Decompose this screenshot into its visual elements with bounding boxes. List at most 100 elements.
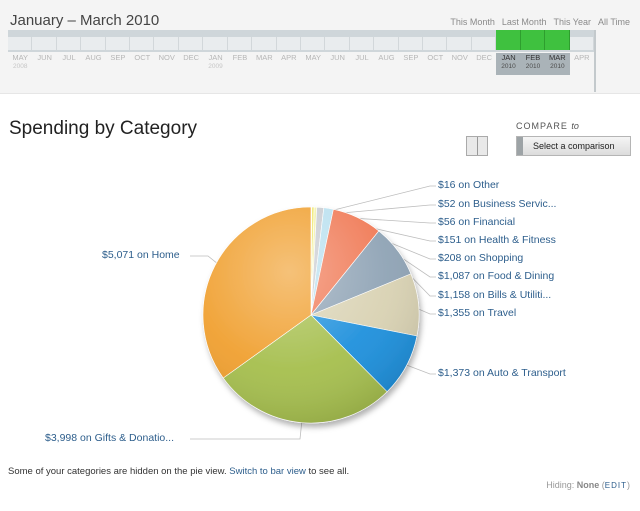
compare-to-text: to [571,121,579,131]
timeline-cell[interactable] [545,30,570,50]
timeline-track[interactable] [8,30,594,52]
date-range-title: January – March 2010 [10,12,160,29]
timeline-cell[interactable] [106,37,131,50]
timeline-cell[interactable] [179,37,204,50]
hiding-value: None [576,480,600,490]
timeline-cell[interactable] [8,37,33,50]
timeline-month-label[interactable]: DEC [179,53,203,62]
timeline-month-label[interactable]: APR [570,53,594,62]
timeline-cell[interactable] [520,30,546,50]
timeline-month-label[interactable]: FEB 2010 [520,53,546,75]
timeline-month-label[interactable]: DEC [472,53,496,62]
timeline-cell[interactable] [472,37,497,50]
timeline-cell[interactable] [496,30,521,50]
month-year: 2010 [525,63,541,70]
timeline-cell[interactable] [155,37,179,50]
timeline-month-label[interactable]: SEP [399,53,423,62]
month-name: MAR [549,53,566,62]
timeline-cell[interactable] [423,37,448,50]
timeline-month-label[interactable]: JAN 2010 [496,53,521,75]
month-year: 2010 [550,63,565,70]
pie-label[interactable]: $1,355 on Travel [438,307,516,319]
hiding-label: Hiding: [546,480,575,490]
month-name: AUG [85,53,102,62]
timeline-month-label[interactable]: SEP [106,53,130,62]
timeline-cell[interactable] [228,37,253,50]
compare-label: COMPARE to [516,121,579,131]
pie-label[interactable]: $1,158 on Bills & Utiliti... [438,289,551,301]
timeline-cell[interactable] [81,37,106,50]
timeline-month-label[interactable]: OCT [423,53,447,62]
hidden-categories-note: Some of your categories are hidden on th… [8,466,349,477]
month-name: OCT [427,53,444,62]
timeline-month-label[interactable]: MAR 2010 [545,53,570,75]
select-comparison-label: Select a comparison [533,141,615,151]
timeline-cell[interactable] [32,37,57,50]
timeline-cell[interactable] [301,37,326,50]
month-name: AUG [378,53,395,62]
month-name: JUL [355,53,369,62]
pie-label[interactable]: $151 on Health & Fitness [438,234,556,246]
timeline-cell[interactable] [374,37,399,50]
pie-label[interactable]: $16 on Other [438,179,499,191]
month-name: DEC [183,53,200,62]
timeline-track-inner [8,30,594,50]
pie-label[interactable]: $1,373 on Auto & Transport [438,367,566,379]
timeline-cell[interactable] [57,37,82,50]
timeline-month-label[interactable]: AUG [374,53,398,62]
hidden-note-tail: to see all. [308,466,350,477]
quick-range-links: This Month Last Month This Year All Time [450,17,630,27]
this-year-link[interactable]: This Year [553,17,591,27]
range-end-handle[interactable] [594,30,596,92]
pie-label[interactable]: $3,998 on Gifts & Donatio... [45,432,174,444]
timeline-month-label[interactable]: MAY 2008 [8,53,32,70]
view-toggle-button[interactable] [466,136,488,156]
timeline-cell[interactable] [277,37,301,50]
month-name: FEB [232,53,248,62]
dropdown-grip-icon [517,137,523,155]
pie-label[interactable]: $56 on Financial [438,216,515,228]
timeline-month-label[interactable]: AUG [81,53,105,62]
timeline-cell[interactable] [325,37,350,50]
timeline-cell[interactable] [350,37,375,50]
timeline-month-label[interactable]: OCT [130,53,154,62]
timeline-month-label[interactable]: JUL [57,53,81,62]
timeline-month-label[interactable]: MAY [301,53,325,62]
switch-to-bar-view-link[interactable]: Switch to bar view [229,466,306,477]
pie-label[interactable]: $208 on Shopping [438,252,523,264]
timeline-month-label[interactable]: JUL [350,53,374,62]
last-month-link[interactable]: Last Month [502,17,547,27]
timeline-cell[interactable] [203,37,228,50]
timeline-month-label[interactable]: JAN 2009 [203,53,227,70]
pie-label[interactable]: $5,071 on Home [102,249,180,261]
timeline-month-label[interactable]: JUN [32,53,56,62]
pie-label[interactable]: $1,087 on Food & Dining [438,270,554,282]
timeline-month-label[interactable]: FEB [228,53,252,62]
month-year: 2008 [12,63,28,70]
select-comparison-dropdown[interactable]: Select a comparison [516,136,631,156]
timeline-month-label[interactable]: NOV [448,53,472,62]
timeline-cell[interactable] [570,37,594,50]
date-range-timeline: January – March 2010 This Month Last Mon… [0,0,640,94]
view-toggle-right [478,137,488,155]
month-year: 2009 [208,63,223,70]
timeline-month-label[interactable]: NOV [155,53,179,62]
edit-hidden-link[interactable]: EDIT [605,481,627,490]
timeline-cell[interactable] [448,37,472,50]
pie-label[interactable]: $52 on Business Servic... [438,198,556,210]
timeline-month-label[interactable]: JUN [325,53,349,62]
this-month-link[interactable]: This Month [450,17,495,27]
timeline-month-label[interactable]: APR [277,53,301,62]
timeline-cell[interactable] [130,37,155,50]
spending-pie-chart [190,185,436,440]
all-time-link[interactable]: All Time [598,17,630,27]
month-name: SEP [110,53,126,62]
month-name: OCT [134,53,151,62]
timeline-cell[interactable] [399,37,424,50]
month-name: NOV [158,53,175,62]
month-name: JUL [62,53,76,62]
timeline-cell[interactable] [252,37,277,50]
timeline-month-label[interactable]: MAR [252,53,276,62]
month-name: JAN [501,53,516,62]
month-name: SEP [403,53,419,62]
